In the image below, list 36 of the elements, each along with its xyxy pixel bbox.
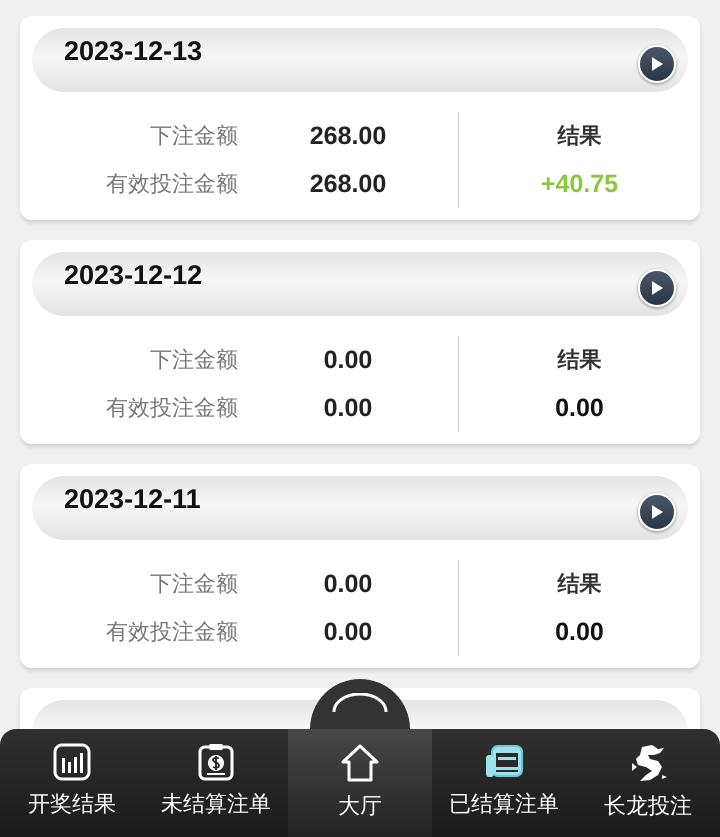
field-label: 下注金额 (150, 122, 238, 150)
field-label: 下注金额 (150, 570, 238, 598)
nav-tab[interactable]: 已结算注单 (432, 729, 576, 837)
result-label: 结果 (558, 570, 602, 598)
date-label: 2023-12-12 (64, 260, 202, 290)
nav-tab[interactable]: 开奖结果 (0, 729, 144, 837)
amount-value: 268.00 (310, 121, 386, 152)
expand-button[interactable] (638, 493, 676, 531)
nav-tab[interactable]: 未结算注单 (144, 729, 288, 837)
clipboard-dollar-icon (198, 743, 234, 781)
field-label: 下注金额 (150, 346, 238, 374)
amount-value: 0.00 (324, 345, 372, 376)
result-value: 0.00 (555, 617, 604, 648)
arc-icon (331, 693, 389, 713)
amount-value: 0.00 (324, 569, 372, 600)
home-icon (340, 743, 380, 783)
nav-tab[interactable]: 大厅 (288, 729, 432, 837)
result-label: 结果 (558, 122, 602, 150)
result-value: +40.75 (540, 169, 618, 200)
amount-value: 0.00 (324, 617, 372, 648)
play-icon (650, 56, 664, 72)
date-label: 2023-12-13 (64, 36, 202, 66)
result-label: 结果 (558, 346, 602, 374)
field-label: 有效投注金额 (106, 618, 238, 646)
expand-button[interactable] (638, 269, 676, 307)
expand-button[interactable] (638, 45, 676, 83)
play-icon (650, 280, 664, 296)
date-label: 2023-12-11 (64, 484, 201, 514)
field-label: 有效投注金额 (106, 170, 238, 198)
result-value: 0.00 (555, 393, 604, 424)
amount-value: 268.00 (310, 169, 386, 200)
nav-tab[interactable]: 长龙投注 (576, 729, 720, 837)
play-icon (650, 504, 664, 520)
field-label: 有效投注金额 (106, 394, 238, 422)
bar-chart-icon (53, 743, 91, 781)
amount-value: 0.00 (324, 393, 372, 424)
